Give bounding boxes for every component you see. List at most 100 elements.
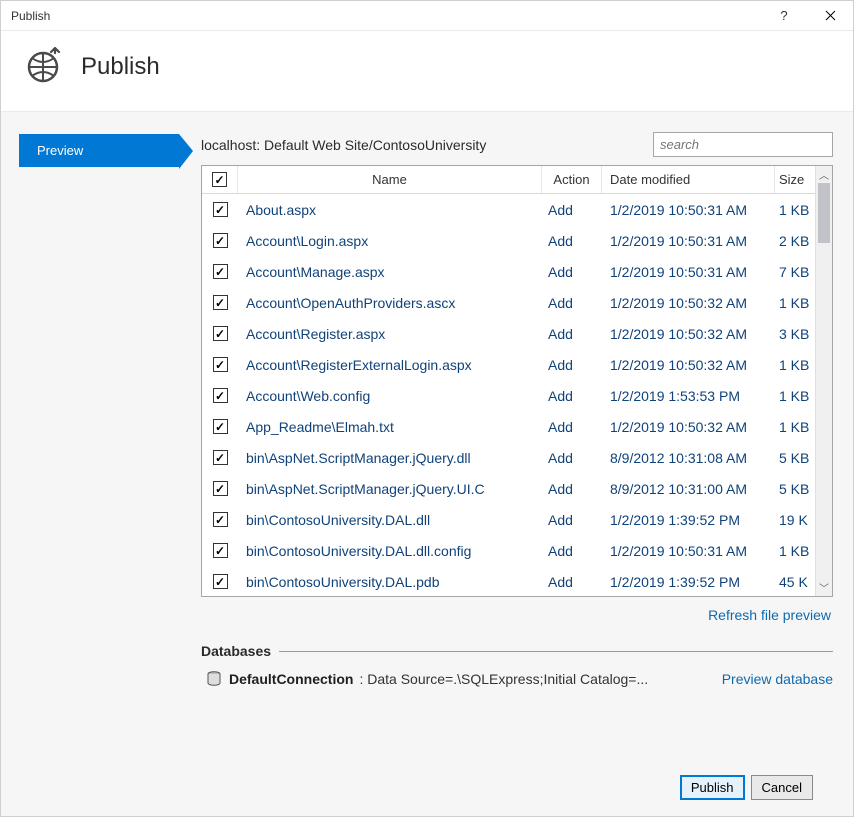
file-size: 19 K bbox=[775, 504, 815, 535]
help-button[interactable]: ? bbox=[761, 1, 807, 31]
scroll-up-icon[interactable]: ︿ bbox=[816, 166, 832, 183]
table-row[interactable]: App_Readme\Elmah.txtAdd1/2/2019 10:50:32… bbox=[202, 411, 815, 442]
scroll-track[interactable] bbox=[816, 183, 832, 579]
file-action: Add bbox=[542, 225, 602, 256]
file-name: Account\RegisterExternalLogin.aspx bbox=[238, 349, 542, 380]
file-action: Add bbox=[542, 256, 602, 287]
row-checkbox[interactable] bbox=[213, 264, 228, 279]
row-checkbox[interactable] bbox=[213, 357, 228, 372]
row-checkbox[interactable] bbox=[213, 326, 228, 341]
publish-dialog: Publish ? Publish Preview localhost: Def… bbox=[0, 0, 854, 817]
window-title: Publish bbox=[11, 9, 761, 23]
file-date: 1/2/2019 10:50:31 AM bbox=[602, 194, 775, 225]
file-size: 1 KB bbox=[775, 349, 815, 380]
select-all-checkbox[interactable] bbox=[212, 172, 227, 187]
row-checkbox[interactable] bbox=[213, 295, 228, 310]
file-size: 45 K bbox=[775, 566, 815, 596]
file-name: bin\AspNet.ScriptManager.jQuery.dll bbox=[238, 442, 542, 473]
file-name: Account\Manage.aspx bbox=[238, 256, 542, 287]
dialog-footer: Publish Cancel bbox=[1, 761, 833, 816]
file-name: Account\Register.aspx bbox=[238, 318, 542, 349]
scroll-thumb[interactable] bbox=[818, 183, 830, 243]
file-date: 1/2/2019 10:50:32 AM bbox=[602, 411, 775, 442]
row-checkbox[interactable] bbox=[213, 512, 228, 527]
file-action: Add bbox=[542, 473, 602, 504]
row-checkbox[interactable] bbox=[213, 574, 228, 589]
divider bbox=[279, 651, 833, 652]
file-action: Add bbox=[542, 442, 602, 473]
file-action: Add bbox=[542, 194, 602, 225]
table-row[interactable]: Account\Login.aspxAdd1/2/2019 10:50:31 A… bbox=[202, 225, 815, 256]
file-size: 1 KB bbox=[775, 380, 815, 411]
database-connection-string: : Data Source=.\SQLExpress;Initial Catal… bbox=[359, 671, 707, 687]
file-name: Account\Login.aspx bbox=[238, 225, 542, 256]
refresh-file-preview-link[interactable]: Refresh file preview bbox=[708, 607, 831, 623]
file-name: Account\Web.config bbox=[238, 380, 542, 411]
file-date: 1/2/2019 10:50:32 AM bbox=[602, 287, 775, 318]
row-checkbox[interactable] bbox=[213, 450, 228, 465]
dialog-body: Preview localhost: Default Web Site/Cont… bbox=[1, 112, 853, 816]
publish-button[interactable]: Publish bbox=[680, 775, 745, 800]
databases-heading: Databases bbox=[201, 643, 271, 659]
file-date: 1/2/2019 10:50:32 AM bbox=[602, 349, 775, 380]
database-row: DefaultConnection : Data Source=.\SQLExp… bbox=[201, 671, 833, 687]
row-checkbox[interactable] bbox=[213, 388, 228, 403]
scrollbar[interactable]: ︿ ﹀ bbox=[815, 166, 832, 596]
dialog-title: Publish bbox=[81, 53, 160, 81]
row-checkbox[interactable] bbox=[213, 543, 228, 558]
file-date: 1/2/2019 1:39:52 PM bbox=[602, 566, 775, 596]
column-action[interactable]: Action bbox=[542, 166, 602, 193]
file-size: 5 KB bbox=[775, 442, 815, 473]
column-size[interactable]: Size bbox=[775, 166, 815, 193]
file-size: 2 KB bbox=[775, 225, 815, 256]
file-size: 1 KB bbox=[775, 194, 815, 225]
table-row[interactable]: bin\ContosoUniversity.DAL.pdbAdd1/2/2019… bbox=[202, 566, 815, 596]
table-row[interactable]: bin\ContosoUniversity.DAL.dll.configAdd 1… bbox=[202, 535, 815, 566]
file-name: bin\ContosoUniversity.DAL.dll.config bbox=[238, 535, 542, 566]
file-size: 1 KB bbox=[775, 535, 815, 566]
column-date[interactable]: Date modified bbox=[602, 166, 775, 193]
file-action: Add bbox=[542, 566, 602, 596]
table-row[interactable]: Account\RegisterExternalLogin.aspxAdd1/2… bbox=[202, 349, 815, 380]
file-action: Add bbox=[542, 287, 602, 318]
row-checkbox[interactable] bbox=[213, 233, 228, 248]
database-icon bbox=[205, 671, 223, 687]
table-row[interactable]: bin\AspNet.ScriptManager.jQuery.UI.CAdd8… bbox=[202, 473, 815, 504]
close-button[interactable] bbox=[807, 1, 853, 31]
row-checkbox[interactable] bbox=[213, 202, 228, 217]
titlebar: Publish ? bbox=[1, 1, 853, 31]
file-action: Add bbox=[542, 349, 602, 380]
select-all-cell[interactable] bbox=[202, 166, 238, 193]
file-name: bin\ContosoUniversity.DAL.pdb bbox=[238, 566, 542, 596]
file-name: Account\OpenAuthProviders.ascx bbox=[238, 287, 542, 318]
file-date: 1/2/2019 1:53:53 PM bbox=[602, 380, 775, 411]
file-size: 5 KB bbox=[775, 473, 815, 504]
table-row[interactable]: Account\Register.aspxAdd1/2/2019 10:50:3… bbox=[202, 318, 815, 349]
file-action: Add bbox=[542, 535, 602, 566]
table-row[interactable]: Account\OpenAuthProviders.ascxAdd1/2/201… bbox=[202, 287, 815, 318]
table-row[interactable]: Account\Manage.aspxAdd1/2/2019 10:50:31 … bbox=[202, 256, 815, 287]
publish-icon bbox=[23, 47, 63, 87]
search-input[interactable] bbox=[653, 132, 833, 157]
file-size: 7 KB bbox=[775, 256, 815, 287]
file-date: 8/9/2012 10:31:08 AM bbox=[602, 442, 775, 473]
table-row[interactable]: About.aspxAdd1/2/2019 10:50:31 AM1 KB bbox=[202, 194, 815, 225]
preview-database-link[interactable]: Preview database bbox=[722, 671, 833, 687]
cancel-button[interactable]: Cancel bbox=[751, 775, 813, 800]
row-checkbox[interactable] bbox=[213, 419, 228, 434]
file-size: 3 KB bbox=[775, 318, 815, 349]
table-row[interactable]: Account\Web.configAdd1/2/2019 1:53:53 PM… bbox=[202, 380, 815, 411]
scroll-down-icon[interactable]: ﹀ bbox=[816, 579, 832, 596]
table-row[interactable]: bin\AspNet.ScriptManager.jQuery.dllAdd8/… bbox=[202, 442, 815, 473]
file-action: Add bbox=[542, 504, 602, 535]
file-date: 1/2/2019 1:39:52 PM bbox=[602, 504, 775, 535]
dialog-header: Publish bbox=[1, 31, 853, 112]
file-size: 1 KB bbox=[775, 411, 815, 442]
table-body: About.aspxAdd1/2/2019 10:50:31 AM1 KBAcc… bbox=[202, 194, 815, 596]
file-name: App_Readme\Elmah.txt bbox=[238, 411, 542, 442]
row-checkbox[interactable] bbox=[213, 481, 228, 496]
tab-preview[interactable]: Preview bbox=[19, 134, 179, 167]
file-size: 1 KB bbox=[775, 287, 815, 318]
column-name[interactable]: Name bbox=[238, 166, 542, 193]
table-row[interactable]: bin\ContosoUniversity.DAL.dllAdd1/2/2019… bbox=[202, 504, 815, 535]
